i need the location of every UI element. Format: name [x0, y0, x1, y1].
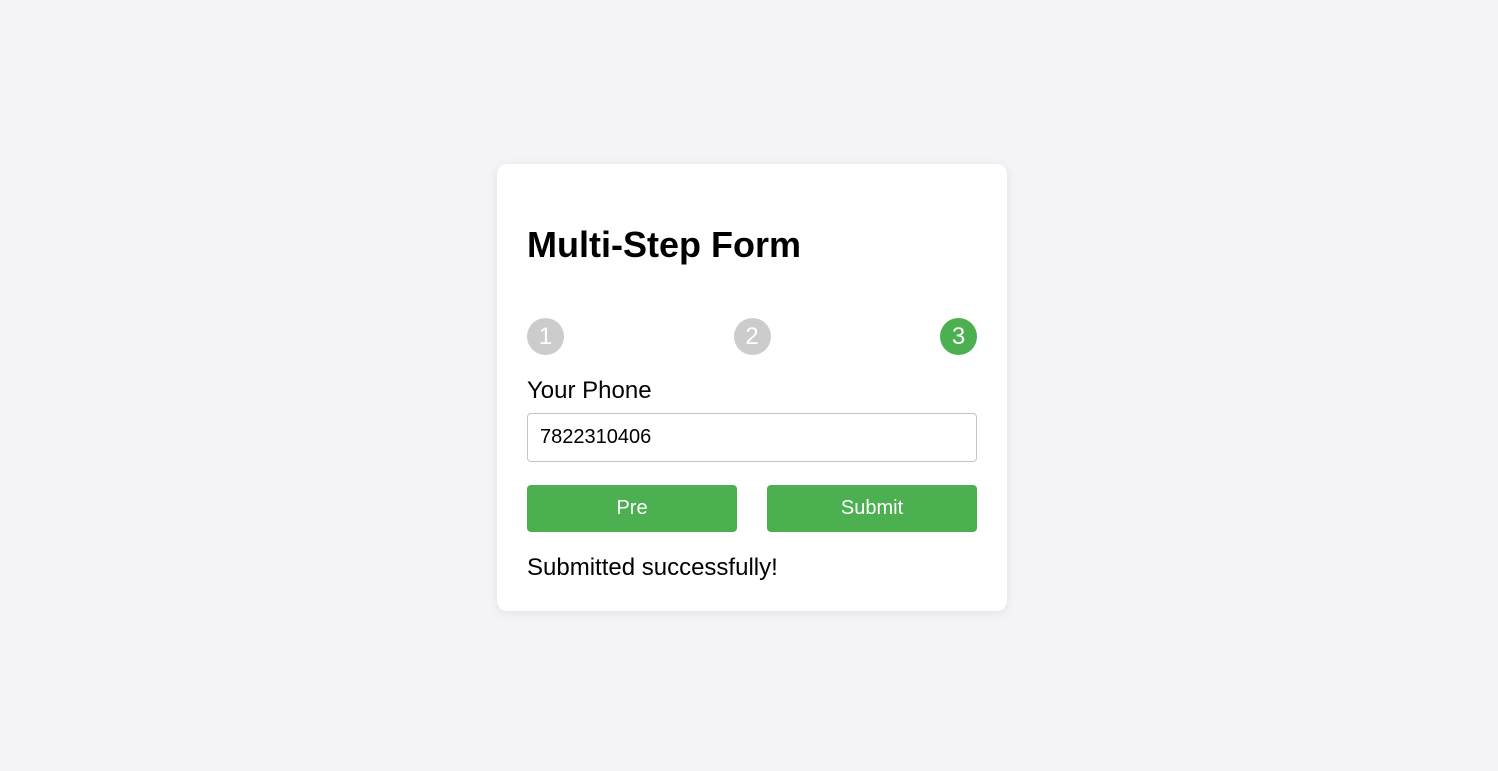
- submit-button[interactable]: Submit: [767, 485, 977, 532]
- multi-step-form-card: Multi-Step Form 1 2 3 Your Phone Pre Sub…: [497, 164, 1007, 611]
- step-2-indicator: 2: [733, 318, 771, 355]
- step-1-indicator: 1: [527, 318, 564, 355]
- status-message: Submitted successfully!: [527, 554, 778, 581]
- form-title: Multi-Step Form: [527, 224, 801, 265]
- phone-field-label: Your Phone: [527, 377, 652, 404]
- previous-button[interactable]: Pre: [527, 485, 737, 532]
- step-3-indicator: 3: [940, 318, 977, 355]
- phone-input[interactable]: [527, 413, 977, 462]
- step-indicator: 1 2 3: [527, 318, 977, 355]
